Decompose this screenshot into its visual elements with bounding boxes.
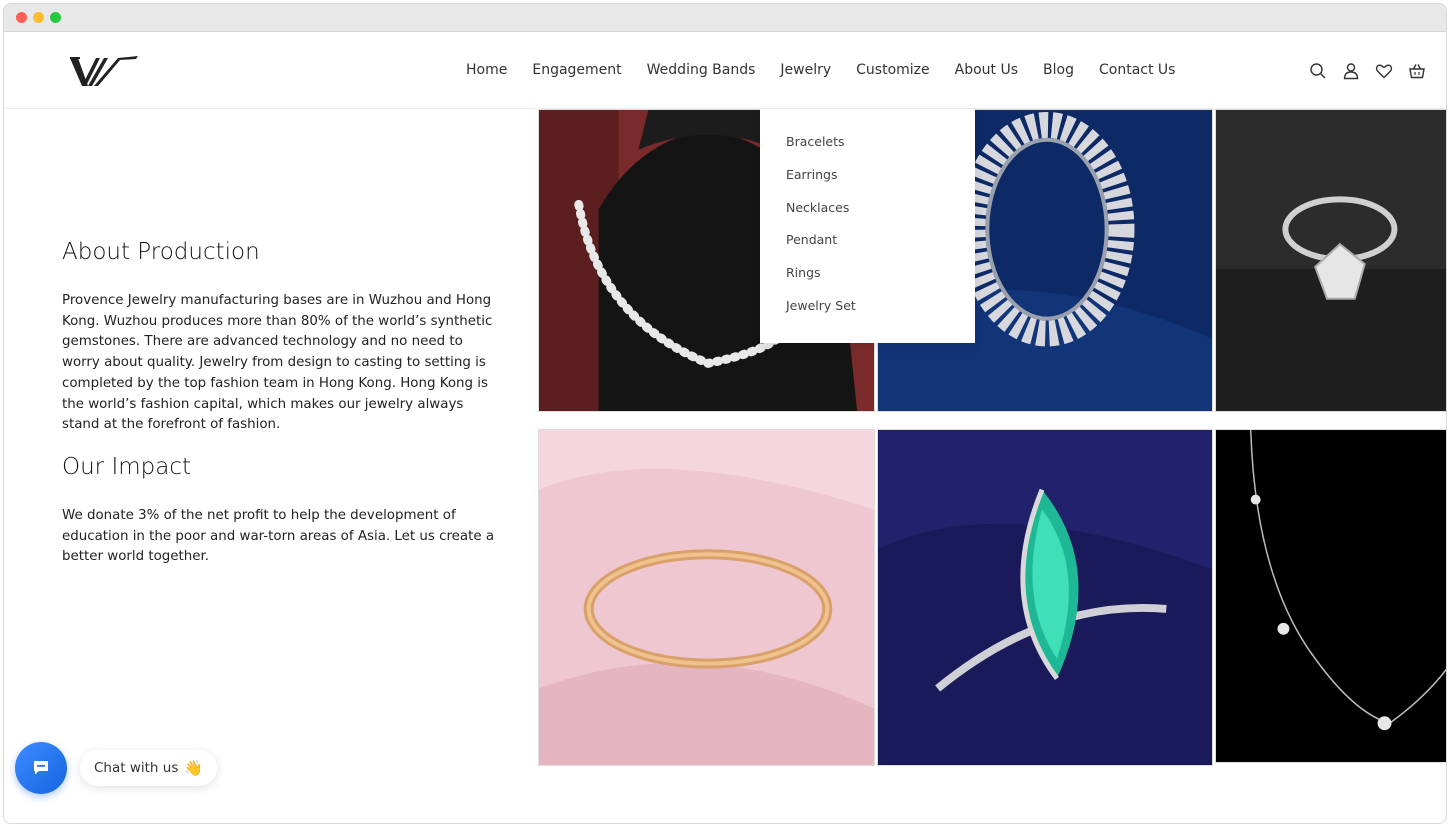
heart-icon[interactable]: [1375, 62, 1393, 80]
wave-emoji-icon: 👋: [184, 759, 204, 777]
gallery-image-solitaire-ring[interactable]: [1215, 109, 1446, 412]
main-nav: Home Engagement Wedding Bands Jewelry Cu…: [466, 62, 1200, 78]
brand-logo[interactable]: [68, 52, 138, 90]
dropdown-item-pendant[interactable]: Pendant: [760, 227, 975, 260]
nav-wedding-bands[interactable]: Wedding Bands: [647, 62, 756, 78]
dropdown-item-bracelets[interactable]: Bracelets: [760, 129, 975, 162]
header-actions: [1309, 62, 1426, 80]
chat-prompt-label: Chat with us: [94, 760, 179, 776]
user-icon[interactable]: [1342, 62, 1360, 80]
our-impact-text: We donate 3% of the net profit to help t…: [62, 507, 495, 565]
about-production-text: Provence Jewelry manufacturing bases are…: [62, 293, 493, 433]
our-impact-heading: Our Impact: [62, 453, 191, 480]
close-window-dot[interactable]: [16, 12, 27, 23]
product-gallery: [538, 109, 1446, 769]
nav-home[interactable]: Home: [466, 62, 507, 78]
gallery-image-emerald-ring[interactable]: [877, 429, 1213, 766]
browser-window: Home Engagement Wedding Bands Jewelry Cu…: [3, 3, 1447, 824]
nav-contact-us[interactable]: Contact Us: [1099, 62, 1175, 78]
chat-launcher-button[interactable]: [15, 742, 67, 794]
dropdown-item-jewelry-set[interactable]: Jewelry Set: [760, 293, 975, 326]
site-header: Home Engagement Wedding Bands Jewelry Cu…: [4, 32, 1446, 109]
nav-about-us[interactable]: About Us: [955, 62, 1018, 78]
dropdown-item-earrings[interactable]: Earrings: [760, 162, 975, 195]
chat-prompt-bubble[interactable]: Chat with us 👋: [80, 750, 218, 786]
nav-engagement[interactable]: Engagement: [532, 62, 621, 78]
gallery-image-chain-necklace[interactable]: [1215, 429, 1446, 763]
gallery-image-gold-bangle[interactable]: [538, 429, 875, 766]
window-titlebar: [4, 4, 1446, 32]
minimize-window-dot[interactable]: [33, 12, 44, 23]
about-section: About Production Provence Jewelry manufa…: [62, 239, 502, 586]
basket-icon[interactable]: [1408, 62, 1426, 80]
maximize-window-dot[interactable]: [50, 12, 61, 23]
dropdown-item-rings[interactable]: Rings: [760, 260, 975, 293]
dropdown-item-necklaces[interactable]: Necklaces: [760, 195, 975, 228]
search-icon[interactable]: [1309, 62, 1327, 80]
nav-customize[interactable]: Customize: [856, 62, 930, 78]
jewelry-dropdown-menu: Bracelets Earrings Necklaces Pendant Rin…: [760, 109, 975, 343]
about-production-heading: About Production: [62, 239, 260, 265]
nav-blog[interactable]: Blog: [1043, 62, 1074, 78]
nav-jewelry[interactable]: Jewelry: [780, 62, 831, 78]
chat-icon: [34, 761, 48, 775]
